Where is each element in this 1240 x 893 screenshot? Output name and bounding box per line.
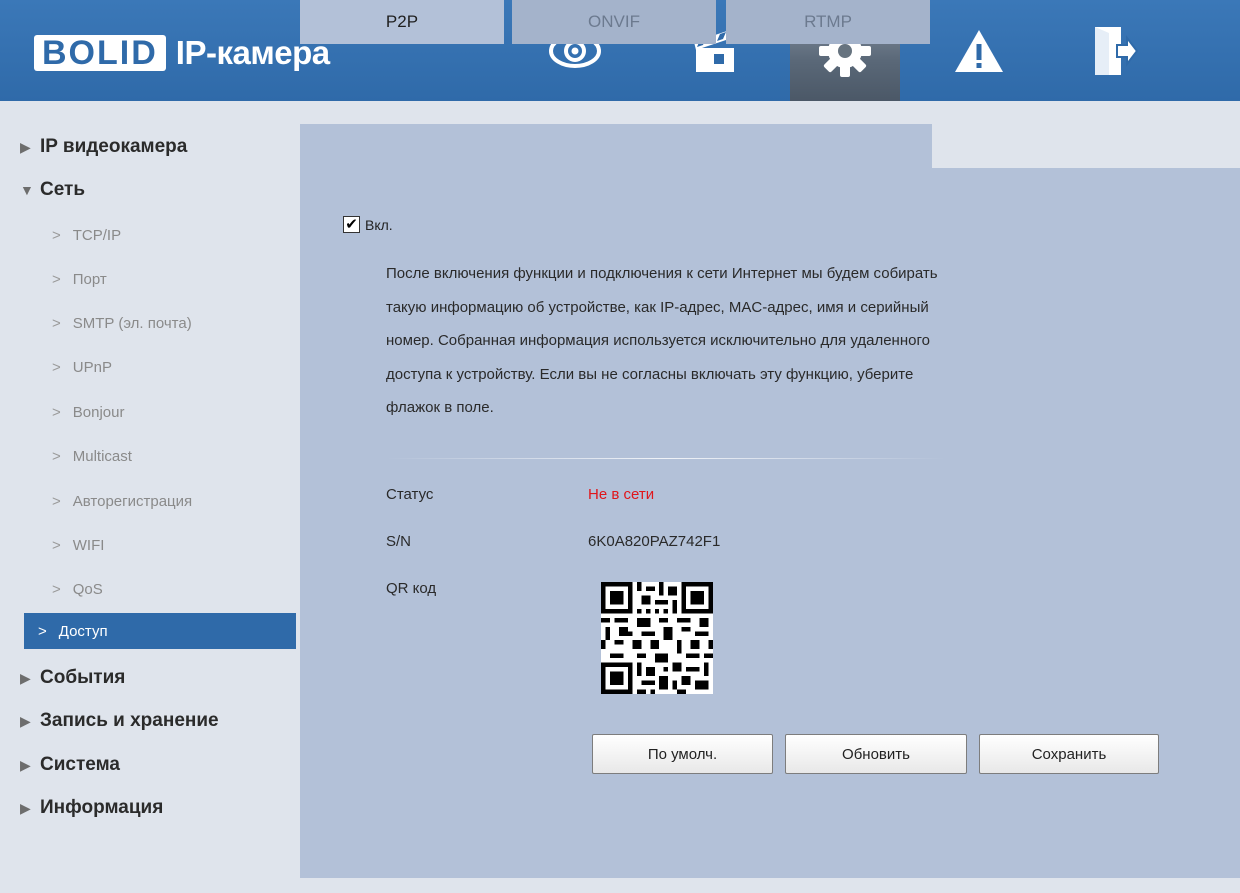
sidebar-section-label: Сеть (40, 179, 86, 200)
sidebar-section-label: Система (40, 754, 120, 775)
sidebar-section-system[interactable]: ▶ Система (20, 754, 120, 776)
description-line: флажок в поле. (386, 399, 494, 416)
sidebar-section-info[interactable]: ▶ Информация (20, 797, 163, 819)
sidebar-item-upnp[interactable]: > UPnP (52, 359, 112, 376)
sidebar-item-smtp[interactable]: > SMTP (эл. почта) (52, 315, 192, 332)
sidebar-item-label: Доступ (58, 622, 108, 640)
chevron-right-icon: > (52, 271, 61, 288)
tab-onvif[interactable]: ONVIF (512, 0, 716, 44)
sidebar-item-port[interactable]: > Порт (52, 271, 107, 288)
enable-checkbox[interactable]: ✔ (343, 216, 360, 233)
sidebar-item-wifi[interactable]: > WIFI (52, 537, 104, 554)
sidebar-item-label: Авторегистрация (72, 493, 193, 510)
sidebar-section-label: События (40, 667, 126, 688)
chevron-right-icon: > (52, 227, 61, 244)
enable-checkbox-row[interactable]: ✔ Вкл. (343, 216, 393, 233)
chevron-right-icon: > (52, 537, 61, 554)
divider (386, 458, 946, 459)
logout-icon (1095, 26, 1139, 75)
logo-brand: BOLID (34, 34, 166, 72)
triangle-right-icon: ▶ (20, 799, 31, 816)
chevron-right-icon: > (52, 404, 61, 421)
description-line: номер. Собранная информация используется… (386, 332, 930, 349)
description-line: После включения функции и подключения к … (386, 265, 938, 282)
sidebar-item-access[interactable]: > Доступ (24, 613, 296, 649)
tab-bar-filler (932, 124, 1240, 168)
tab-rtmp[interactable]: RTMP (726, 0, 930, 44)
nav-logout[interactable] (1060, 0, 1170, 101)
triangle-right-icon: ▶ (20, 138, 31, 155)
sidebar-section-label: IP видеокамера (40, 136, 188, 157)
sidebar-section-recording[interactable]: ▶ Запись и хранение (20, 710, 219, 732)
triangle-right-icon: ▶ (20, 669, 31, 686)
sidebar-item-label: QoS (72, 581, 103, 598)
save-button[interactable]: Сохранить (979, 734, 1159, 774)
nav-alarm[interactable] (924, 0, 1034, 101)
chevron-right-icon: > (38, 622, 47, 640)
enable-label: Вкл. (365, 216, 393, 233)
logo: BOLID IP-камера (34, 33, 330, 73)
chevron-right-icon: > (52, 315, 61, 332)
sidebar-item-bonjour[interactable]: > Bonjour (52, 404, 124, 421)
sidebar-item-label: Bonjour (72, 404, 125, 421)
sidebar-section-network[interactable]: ▼ Сеть (20, 179, 85, 201)
sidebar-item-label: WIFI (72, 537, 105, 554)
status-label: Статус (386, 486, 434, 503)
sidebar-item-multicast[interactable]: > Multicast (52, 448, 132, 465)
sidebar-section-events[interactable]: ▶ События (20, 667, 125, 689)
sn-value: 6K0A820PAZ742F1 (588, 533, 721, 550)
chevron-right-icon: > (52, 581, 61, 598)
sidebar-item-qos[interactable]: > QoS (52, 581, 103, 598)
sidebar-item-auto-registration[interactable]: > Авторегистрация (52, 493, 192, 510)
qr-code (601, 582, 713, 694)
sidebar-item-label: Порт (72, 271, 107, 288)
qr-label: QR код (386, 580, 437, 597)
p2p-description: После включения функции и подключения к … (386, 257, 1156, 425)
sidebar-item-tcpip[interactable]: > TCP/IP (52, 227, 121, 244)
chevron-right-icon: > (52, 448, 61, 465)
triangle-right-icon: ▶ (20, 712, 31, 729)
description-line: такую информацию об устройстве, как IP-а… (386, 298, 929, 316)
triangle-right-icon: ▶ (20, 756, 31, 773)
sn-label: S/N (386, 533, 412, 550)
tab-p2p[interactable]: P2P (300, 0, 504, 44)
sidebar-item-label: TCP/IP (72, 227, 122, 244)
triangle-down-icon: ▼ (20, 182, 34, 198)
sidebar-item-label: UPnP (72, 359, 112, 376)
sidebar-item-label: Multicast (72, 448, 132, 465)
default-button[interactable]: По умолч. (592, 734, 773, 774)
sidebar-item-label: SMTP (эл. почта) (72, 315, 192, 332)
refresh-button[interactable]: Обновить (785, 734, 967, 774)
sidebar-section-ip-camera[interactable]: ▶ IP видеокамера (20, 136, 187, 158)
description-line: доступа к устройству. Если вы не согласн… (386, 365, 914, 383)
status-value: Не в сети (588, 486, 655, 503)
warning-icon (955, 29, 1003, 72)
sidebar-section-label: Запись и хранение (40, 710, 219, 731)
chevron-right-icon: > (52, 493, 61, 510)
sidebar-section-label: Информация (40, 797, 164, 818)
chevron-right-icon: > (52, 359, 61, 376)
